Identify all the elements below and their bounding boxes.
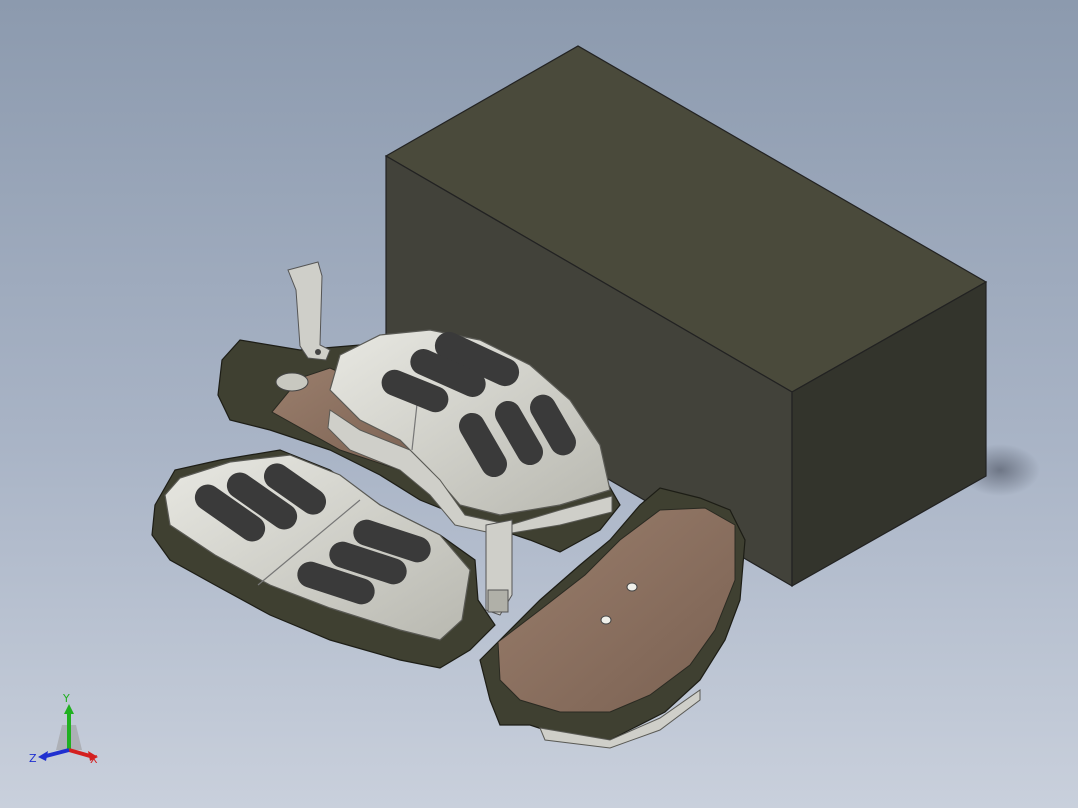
brake-pad-assembly-model[interactable] (0, 0, 1078, 808)
x-axis-label: X (90, 753, 98, 766)
clip-rivet (315, 349, 321, 355)
retaining-clip[interactable] (485, 519, 513, 616)
outer-pad-rivet (626, 582, 638, 592)
outer-pad-rivet (600, 615, 612, 625)
clip-body (287, 261, 331, 361)
cad-viewport[interactable]: Y X Z (0, 0, 1078, 808)
view-orientation-triad[interactable]: Y X Z (24, 690, 114, 780)
wear-indicator-clip[interactable] (287, 261, 331, 361)
y-axis-label: Y (62, 692, 70, 705)
y-axis-arrowhead (64, 704, 74, 714)
z-axis-arrow (45, 748, 70, 758)
retaining-clip-foot (487, 589, 509, 613)
rear-pad-mount-hole (275, 372, 309, 392)
z-axis-label: Z (29, 752, 37, 765)
z-axis-arrowhead (38, 751, 48, 761)
x-axis-arrow (68, 748, 91, 758)
